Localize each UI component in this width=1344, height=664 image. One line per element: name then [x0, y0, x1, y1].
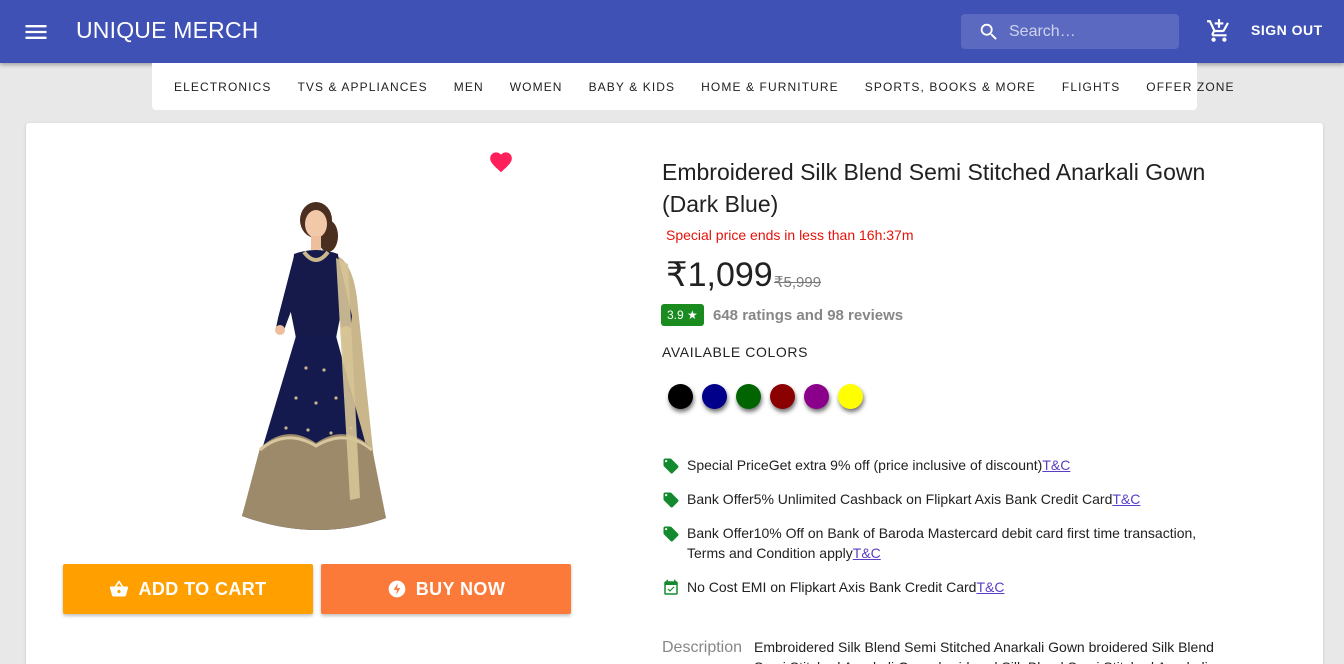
add-to-cart-label: ADD TO CART: [138, 578, 267, 599]
category-men[interactable]: MEN: [441, 80, 497, 94]
brand-title[interactable]: UNIQUE MERCH: [76, 17, 259, 44]
app-bar: UNIQUE MERCH SIGN OUT: [0, 0, 1344, 63]
color-swatch-dark-red[interactable]: [770, 384, 795, 409]
ratings-summary[interactable]: 648 ratings and 98 reviews: [713, 307, 903, 324]
terms-link[interactable]: T&C: [1112, 491, 1140, 507]
available-colors-label: AVAILABLE COLORS: [662, 344, 809, 360]
category-offer-zone[interactable]: OFFER ZONE: [1133, 80, 1247, 94]
product-title: Embroidered Silk Blend Semi Stitched Ana…: [662, 159, 1206, 217]
offer-item: Bank Offer5% Unlimited Cashback on Flipk…: [662, 489, 1222, 509]
menu-icon[interactable]: [22, 18, 50, 46]
offers-list: Special PriceGet extra 9% off (price inc…: [662, 455, 1222, 611]
tag-icon: [662, 491, 680, 509]
category-bar: ELECTRONICS TVS & APPLIANCES MEN WOMEN B…: [152, 63, 1234, 110]
offer-item: Special PriceGet extra 9% off (price inc…: [662, 455, 1222, 475]
rating-badge: 3.9 ★: [661, 304, 704, 326]
tag-icon: [662, 525, 680, 543]
offer-item: Bank Offer10% Off on Bank of Baroda Mast…: [662, 523, 1222, 563]
calendar-check-icon: [662, 579, 680, 597]
product-image: [236, 198, 400, 540]
flash-icon: [388, 580, 406, 598]
wishlist-heart-icon[interactable]: [488, 149, 514, 173]
category-flights[interactable]: FLIGHTS: [1049, 80, 1133, 94]
add-shopping-cart-icon[interactable]: [1206, 18, 1232, 44]
terms-link[interactable]: T&C: [853, 545, 881, 561]
shopping-basket-icon: [110, 580, 129, 597]
terms-link[interactable]: T&C: [976, 579, 1004, 595]
original-price: ₹5,999: [774, 274, 822, 291]
search-icon: [978, 21, 1000, 43]
add-to-cart-button[interactable]: ADD TO CART: [63, 564, 313, 614]
color-swatches: [668, 384, 872, 409]
sign-out-button[interactable]: SIGN OUT: [1246, 20, 1328, 40]
color-swatch-green[interactable]: [736, 384, 761, 409]
category-electronics[interactable]: ELECTRONICS: [161, 80, 284, 94]
category-home-furniture[interactable]: HOME & FURNITURE: [688, 80, 852, 94]
terms-link[interactable]: T&C: [1042, 457, 1070, 473]
description-text: Embroidered Silk Blend Semi Stitched Ana…: [754, 639, 1214, 664]
special-price-note: Special price ends in less than 16h:37m: [666, 227, 914, 243]
color-swatch-purple[interactable]: [804, 384, 829, 409]
offer-item: No Cost EMI on Flipkart Axis Bank Credit…: [662, 577, 1222, 597]
search-input[interactable]: [1009, 14, 1174, 49]
category-baby-kids[interactable]: BABY & KIDS: [576, 80, 689, 94]
color-swatch-black[interactable]: [668, 384, 693, 409]
product-price: ₹1,099: [666, 256, 773, 294]
tag-icon: [662, 457, 680, 475]
color-swatch-yellow[interactable]: [838, 384, 863, 409]
description-label: Description: [662, 639, 743, 656]
category-women[interactable]: WOMEN: [497, 80, 576, 94]
category-sports-books[interactable]: SPORTS, BOOKS & MORE: [852, 80, 1049, 94]
search-box[interactable]: [961, 14, 1179, 49]
color-swatch-dark-blue[interactable]: [702, 384, 727, 409]
buy-now-label: BUY NOW: [415, 578, 506, 599]
buy-now-button[interactable]: BUY NOW: [321, 564, 571, 614]
category-tvs-appliances[interactable]: TVS & APPLIANCES: [284, 80, 440, 94]
